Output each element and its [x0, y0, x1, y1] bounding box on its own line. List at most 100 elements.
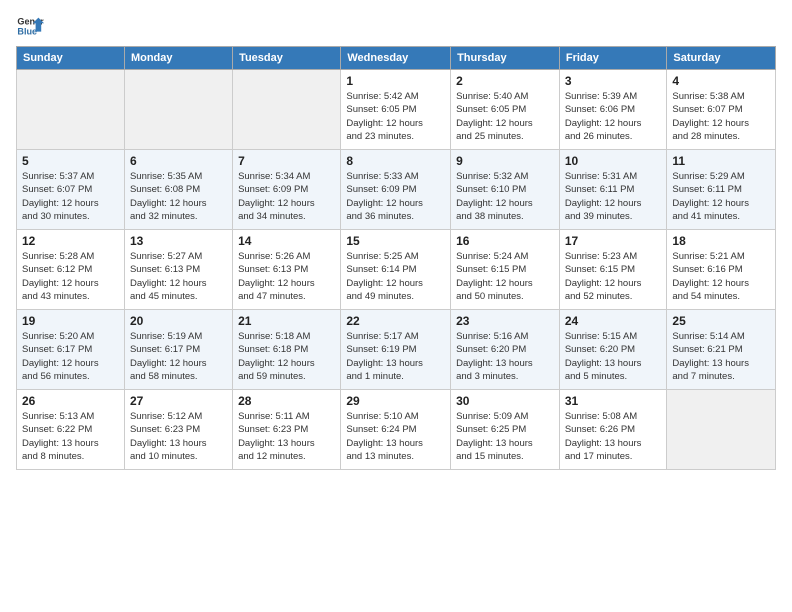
day-number: 17: [565, 234, 662, 248]
calendar-cell: 14 Sunrise: 5:26 AMSunset: 6:13 PMDayligh…: [233, 230, 341, 310]
calendar-cell: 27 Sunrise: 5:12 AMSunset: 6:23 PMDayligh…: [124, 390, 232, 470]
weekday-header-saturday: Saturday: [667, 47, 776, 70]
day-info: Sunrise: 5:27 AMSunset: 6:13 PMDaylight:…: [130, 250, 227, 303]
day-number: 24: [565, 314, 662, 328]
weekday-header-row: SundayMondayTuesdayWednesdayThursdayFrid…: [17, 47, 776, 70]
day-info: Sunrise: 5:42 AMSunset: 6:05 PMDaylight:…: [346, 90, 445, 143]
day-info: Sunrise: 5:31 AMSunset: 6:11 PMDaylight:…: [565, 170, 662, 223]
weekday-header-friday: Friday: [559, 47, 667, 70]
calendar-cell: 1 Sunrise: 5:42 AMSunset: 6:05 PMDaylight…: [341, 70, 451, 150]
day-number: 11: [672, 154, 770, 168]
calendar-cell: 15Sunrise: 5:25 AMSunset: 6:14 PMDayligh…: [341, 230, 451, 310]
calendar-cell: 11Sunrise: 5:29 AMSunset: 6:11 PMDayligh…: [667, 150, 776, 230]
day-info: Sunrise: 5:09 AMSunset: 6:25 PMDaylight:…: [456, 410, 554, 463]
day-info: Sunrise: 5:33 AMSunset: 6:09 PMDaylight:…: [346, 170, 445, 223]
calendar-cell: 5 Sunrise: 5:37 AMSunset: 6:07 PMDaylight…: [17, 150, 125, 230]
week-row-1: 1 Sunrise: 5:42 AMSunset: 6:05 PMDaylight…: [17, 70, 776, 150]
weekday-header-monday: Monday: [124, 47, 232, 70]
day-number: 19: [22, 314, 119, 328]
calendar-cell: 4 Sunrise: 5:38 AMSunset: 6:07 PMDaylight…: [667, 70, 776, 150]
day-number: 5: [22, 154, 119, 168]
weekday-header-sunday: Sunday: [17, 47, 125, 70]
day-info: Sunrise: 5:26 AMSunset: 6:13 PMDaylight:…: [238, 250, 335, 303]
day-number: 26: [22, 394, 119, 408]
day-number: 7: [238, 154, 335, 168]
calendar: SundayMondayTuesdayWednesdayThursdayFrid…: [16, 46, 776, 470]
day-info: Sunrise: 5:37 AMSunset: 6:07 PMDaylight:…: [22, 170, 119, 223]
day-number: 23: [456, 314, 554, 328]
day-number: 21: [238, 314, 335, 328]
day-number: 15: [346, 234, 445, 248]
day-info: Sunrise: 5:24 AMSunset: 6:15 PMDaylight:…: [456, 250, 554, 303]
calendar-cell: 9 Sunrise: 5:32 AMSunset: 6:10 PMDaylight…: [451, 150, 560, 230]
calendar-cell: 8 Sunrise: 5:33 AMSunset: 6:09 PMDaylight…: [341, 150, 451, 230]
day-number: 18: [672, 234, 770, 248]
day-number: 28: [238, 394, 335, 408]
day-number: 14: [238, 234, 335, 248]
calendar-cell: 31 Sunrise: 5:08 AMSunset: 6:26 PMDayligh…: [559, 390, 667, 470]
calendar-cell: 12 Sunrise: 5:28 AMSunset: 6:12 PMDayligh…: [17, 230, 125, 310]
day-number: 13: [130, 234, 227, 248]
day-number: 8: [346, 154, 445, 168]
day-info: Sunrise: 5:12 AMSunset: 6:23 PMDaylight:…: [130, 410, 227, 463]
calendar-cell: 18 Sunrise: 5:21 AMSunset: 6:16 PMDayligh…: [667, 230, 776, 310]
calendar-cell: 23 Sunrise: 5:16 AMSunset: 6:20 PMDayligh…: [451, 310, 560, 390]
week-row-5: 26 Sunrise: 5:13 AMSunset: 6:22 PMDayligh…: [17, 390, 776, 470]
calendar-cell: 20Sunrise: 5:19 AMSunset: 6:17 PMDayligh…: [124, 310, 232, 390]
day-number: 10: [565, 154, 662, 168]
calendar-cell: [124, 70, 232, 150]
day-info: Sunrise: 5:19 AMSunset: 6:17 PMDaylight:…: [130, 330, 227, 383]
calendar-cell: 17 Sunrise: 5:23 AMSunset: 6:15 PMDayligh…: [559, 230, 667, 310]
calendar-cell: 10 Sunrise: 5:31 AMSunset: 6:11 PMDayligh…: [559, 150, 667, 230]
calendar-cell: 3Sunrise: 5:39 AMSunset: 6:06 PMDaylight…: [559, 70, 667, 150]
day-info: Sunrise: 5:32 AMSunset: 6:10 PMDaylight:…: [456, 170, 554, 223]
day-info: Sunrise: 5:08 AMSunset: 6:26 PMDaylight:…: [565, 410, 662, 463]
day-info: Sunrise: 5:20 AMSunset: 6:17 PMDaylight:…: [22, 330, 119, 383]
day-info: Sunrise: 5:18 AMSunset: 6:18 PMDaylight:…: [238, 330, 335, 383]
day-info: Sunrise: 5:28 AMSunset: 6:12 PMDaylight:…: [22, 250, 119, 303]
day-info: Sunrise: 5:16 AMSunset: 6:20 PMDaylight:…: [456, 330, 554, 383]
calendar-cell: 6Sunrise: 5:35 AMSunset: 6:08 PMDaylight…: [124, 150, 232, 230]
weekday-header-thursday: Thursday: [451, 47, 560, 70]
day-number: 30: [456, 394, 554, 408]
day-number: 16: [456, 234, 554, 248]
day-info: Sunrise: 5:23 AMSunset: 6:15 PMDaylight:…: [565, 250, 662, 303]
calendar-cell: 19 Sunrise: 5:20 AMSunset: 6:17 PMDayligh…: [17, 310, 125, 390]
weekday-header-wednesday: Wednesday: [341, 47, 451, 70]
calendar-cell: 13 Sunrise: 5:27 AMSunset: 6:13 PMDayligh…: [124, 230, 232, 310]
day-info: Sunrise: 5:38 AMSunset: 6:07 PMDaylight:…: [672, 90, 770, 143]
calendar-cell: 30 Sunrise: 5:09 AMSunset: 6:25 PMDayligh…: [451, 390, 560, 470]
day-number: 6: [130, 154, 227, 168]
week-row-4: 19 Sunrise: 5:20 AMSunset: 6:17 PMDayligh…: [17, 310, 776, 390]
weekday-header-tuesday: Tuesday: [233, 47, 341, 70]
day-number: 4: [672, 74, 770, 88]
day-info: Sunrise: 5:11 AMSunset: 6:23 PMDaylight:…: [238, 410, 335, 463]
day-number: 31: [565, 394, 662, 408]
header: General Blue: [16, 12, 776, 40]
svg-text:Blue: Blue: [17, 26, 37, 36]
day-number: 27: [130, 394, 227, 408]
calendar-cell: [17, 70, 125, 150]
calendar-cell: 24Sunrise: 5:15 AMSunset: 6:20 PMDayligh…: [559, 310, 667, 390]
day-info: Sunrise: 5:34 AMSunset: 6:09 PMDaylight:…: [238, 170, 335, 223]
day-info: Sunrise: 5:14 AMSunset: 6:21 PMDaylight:…: [672, 330, 770, 383]
day-number: 12: [22, 234, 119, 248]
week-row-3: 12 Sunrise: 5:28 AMSunset: 6:12 PMDayligh…: [17, 230, 776, 310]
logo-icon: General Blue: [16, 12, 44, 40]
calendar-cell: 21 Sunrise: 5:18 AMSunset: 6:18 PMDayligh…: [233, 310, 341, 390]
calendar-cell: 29 Sunrise: 5:10 AMSunset: 6:24 PMDayligh…: [341, 390, 451, 470]
calendar-cell: 22Sunrise: 5:17 AMSunset: 6:19 PMDayligh…: [341, 310, 451, 390]
calendar-cell: 2Sunrise: 5:40 AMSunset: 6:05 PMDaylight…: [451, 70, 560, 150]
day-info: Sunrise: 5:13 AMSunset: 6:22 PMDaylight:…: [22, 410, 119, 463]
day-info: Sunrise: 5:10 AMSunset: 6:24 PMDaylight:…: [346, 410, 445, 463]
day-info: Sunrise: 5:39 AMSunset: 6:06 PMDaylight:…: [565, 90, 662, 143]
day-number: 9: [456, 154, 554, 168]
calendar-cell: 7 Sunrise: 5:34 AMSunset: 6:09 PMDaylight…: [233, 150, 341, 230]
calendar-cell: 28 Sunrise: 5:11 AMSunset: 6:23 PMDayligh…: [233, 390, 341, 470]
day-info: Sunrise: 5:21 AMSunset: 6:16 PMDaylight:…: [672, 250, 770, 303]
day-number: 1: [346, 74, 445, 88]
calendar-cell: 25Sunrise: 5:14 AMSunset: 6:21 PMDayligh…: [667, 310, 776, 390]
day-number: 29: [346, 394, 445, 408]
day-number: 2: [456, 74, 554, 88]
day-info: Sunrise: 5:17 AMSunset: 6:19 PMDaylight:…: [346, 330, 445, 383]
